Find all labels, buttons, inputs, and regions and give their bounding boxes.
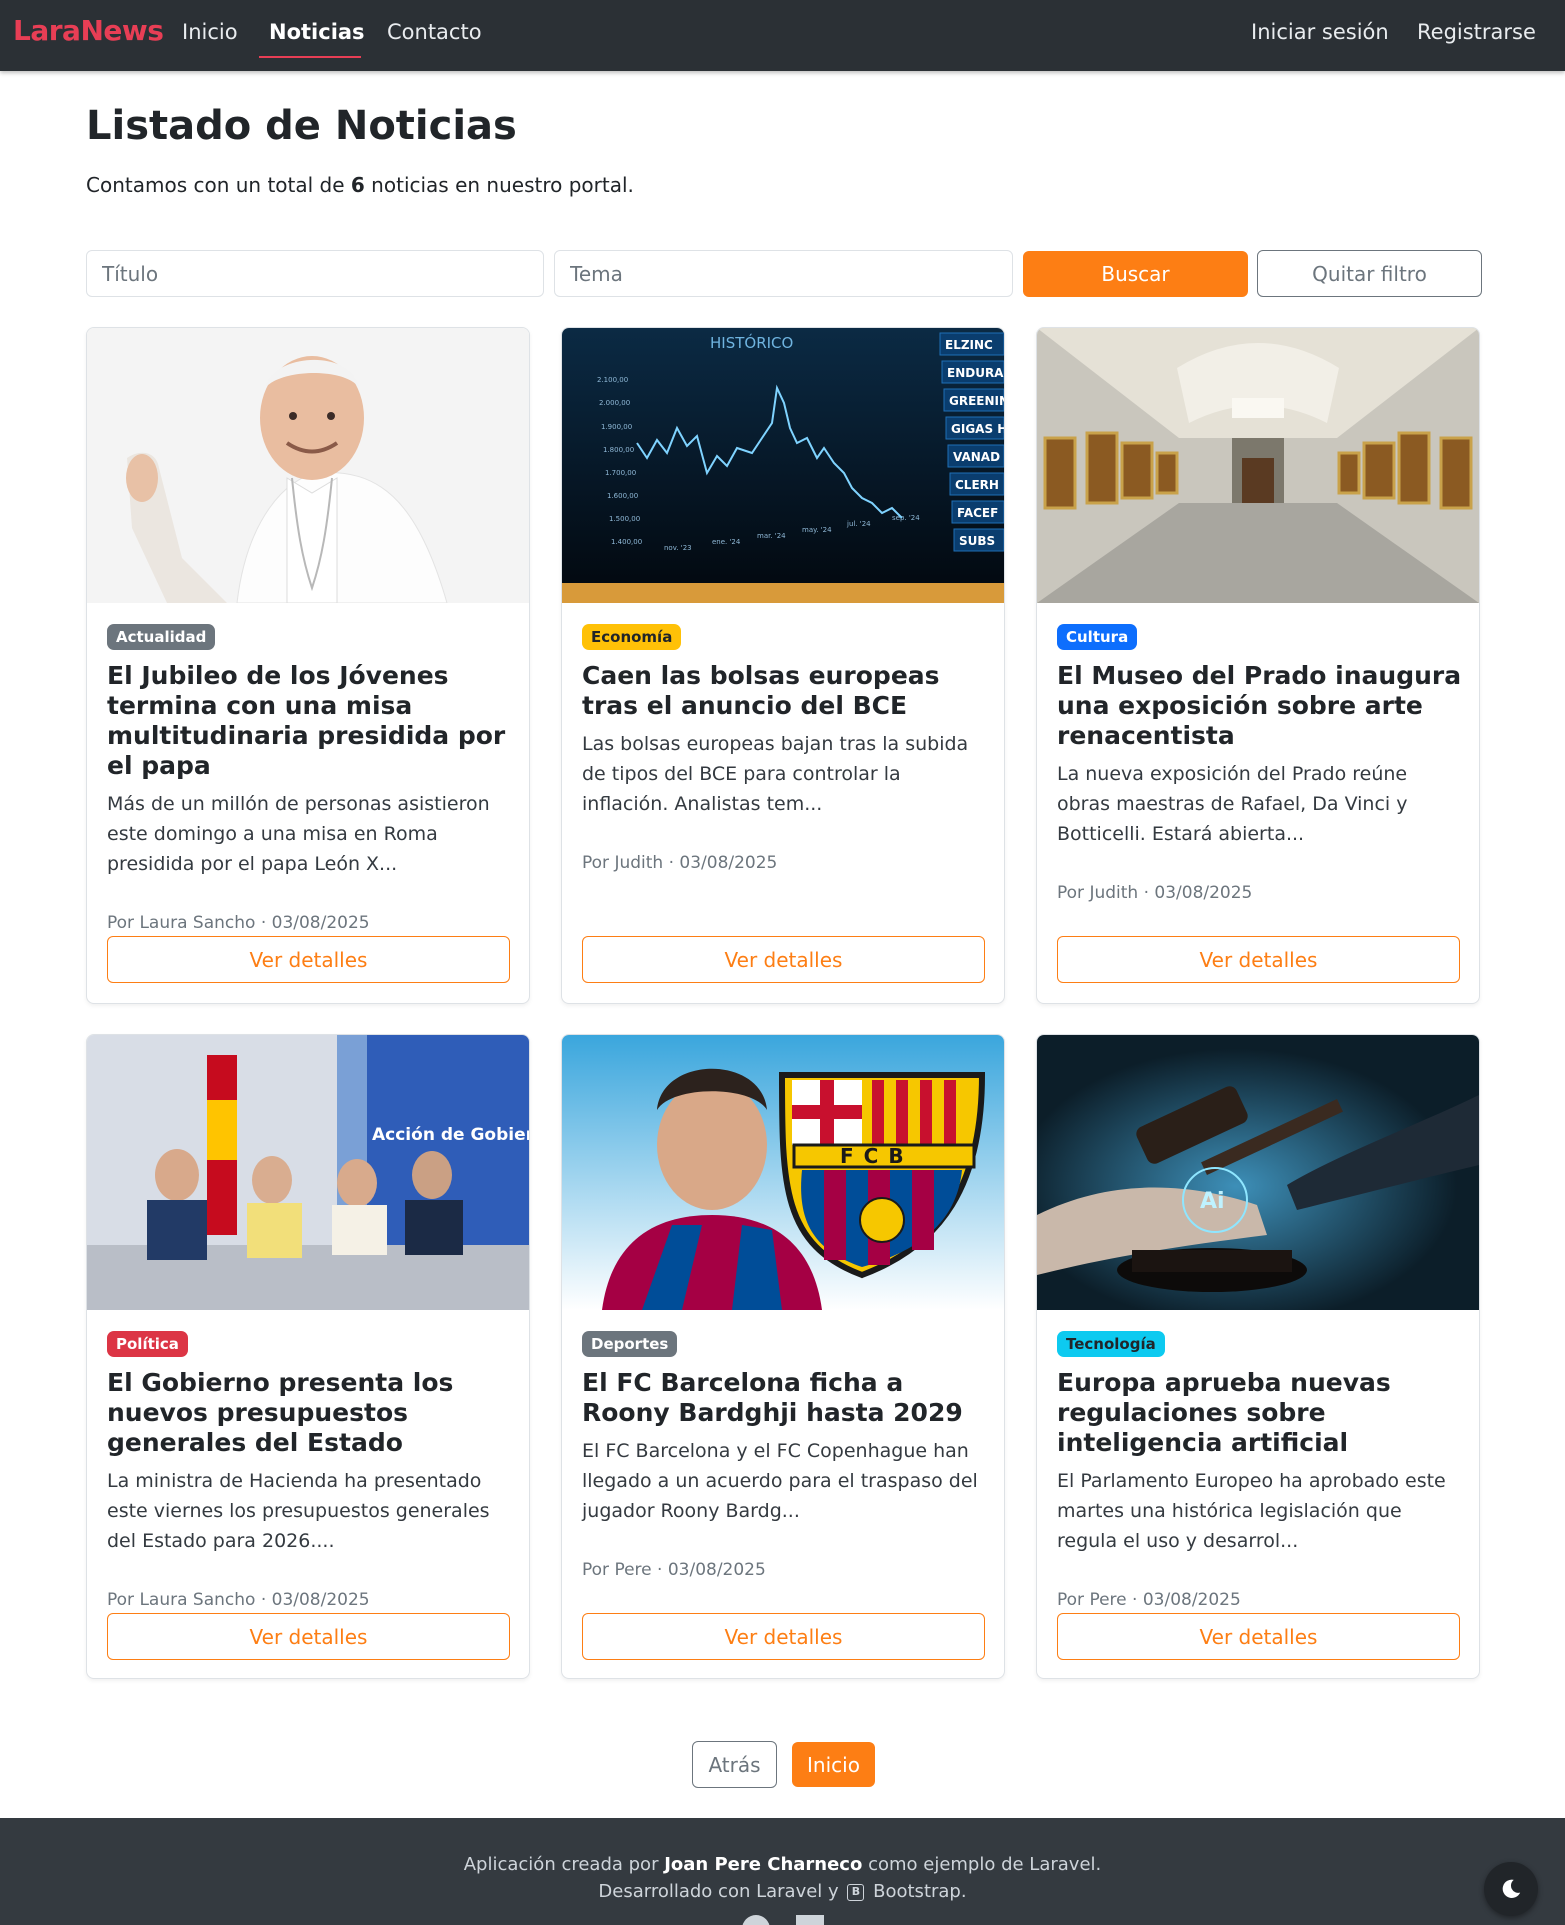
card-summary: Las bolsas europeas bajan tras la subida… (582, 733, 969, 815)
view-details-button[interactable]: Ver detalles (107, 936, 510, 983)
view-details-button[interactable]: Ver detalles (107, 1613, 510, 1660)
category-badge: Cultura (1057, 624, 1138, 650)
login-link[interactable]: Iniciar sesión (1251, 20, 1389, 44)
svg-text:1.900,00: 1.900,00 (601, 423, 632, 431)
card-title: Caen las bolsas europeas tras el anuncio… (582, 661, 940, 720)
svg-text:GIGAS H: GIGAS H (951, 422, 1004, 436)
footer-credits: Aplicación creada por Joan Pere Charneco… (463, 1854, 1102, 1875)
museum-gallery-photo[interactable] (1037, 328, 1479, 603)
moon-icon[interactable] (1484, 1862, 1538, 1916)
crest-text: FCB (840, 1144, 914, 1168)
search-button[interactable]: Buscar (1023, 251, 1248, 297)
card-title: El FC Barcelona ficha a Roony Bardghji h… (582, 1368, 963, 1427)
page-title: Listado de Noticias (86, 103, 517, 149)
card-title: El Museo del Prado inaugura una exposici… (1057, 661, 1462, 750)
svg-text:mar. '24: mar. '24 (757, 532, 786, 540)
register-link[interactable]: Registrarse (1417, 20, 1536, 44)
brand-logo[interactable]: LaraNews (13, 14, 164, 47)
category-badge: Política (107, 1331, 188, 1357)
ai-gavel-photo[interactable]: Ai (1037, 1035, 1479, 1310)
view-details-button[interactable]: Ver detalles (1057, 1613, 1460, 1660)
svg-text:FACEF: FACEF (957, 506, 998, 520)
sign-text: Acción de Gobierno (372, 1125, 529, 1145)
svg-text:SUBS: SUBS (959, 534, 995, 548)
linkedin-icon[interactable] (796, 1915, 824, 1925)
view-details-button[interactable]: Ver detalles (1057, 936, 1460, 983)
card-title: El Gobierno presenta los nuevos presupue… (107, 1368, 454, 1457)
card-author-date: Por Judith · 03/08/2025 (582, 853, 778, 873)
category-badge: Tecnología (1057, 1331, 1165, 1357)
svg-text:jul. '24: jul. '24 (846, 520, 871, 528)
svg-text:1.400,00: 1.400,00 (611, 538, 642, 546)
nav-link-inicio[interactable]: Inicio (182, 20, 238, 44)
view-details-button[interactable]: Ver detalles (582, 1613, 985, 1660)
topic-filter-input[interactable] (554, 250, 1013, 297)
card-title: Europa aprueba nuevas regulaciones sobre… (1057, 1368, 1391, 1457)
svg-text:1.500,00: 1.500,00 (609, 515, 640, 523)
news-card: FCB Deportes El FC Barcelona ficha a Roo… (561, 1034, 1005, 1679)
pope-photo[interactable] (87, 328, 529, 603)
government-press-photo[interactable]: Acción de Gobierno (87, 1035, 529, 1310)
card-summary: La ministra de Hacienda ha presentado es… (107, 1470, 490, 1552)
svg-text:1.700,00: 1.700,00 (605, 469, 636, 477)
svg-text:VANAD: VANAD (953, 450, 1000, 464)
clear-filter-button[interactable]: Quitar filtro (1257, 250, 1482, 297)
view-details-button[interactable]: Ver detalles (582, 936, 985, 983)
stock-chart-photo[interactable]: HISTÓRICO 2.100,00 2.000,00 1.900,00 1.8… (562, 328, 1004, 603)
footer-tech: Desarrollado con Laravel y B Bootstrap. (598, 1881, 967, 1902)
nav-link-contacto[interactable]: Contacto (387, 20, 482, 44)
news-card: Acción de Gobierno Política El Gobierno … (86, 1034, 530, 1679)
card-summary: El FC Barcelona y el FC Copenhague han l… (582, 1440, 978, 1522)
news-count-text: Contamos con un total de 6 noticias en n… (86, 173, 634, 197)
card-summary: La nueva exposición del Prado reúne obra… (1057, 763, 1408, 845)
svg-text:ELZINC: ELZINC (945, 338, 993, 352)
ai-chip-text: Ai (1200, 1189, 1225, 1214)
news-card: Actualidad El Jubileo de los Jóvenes ter… (86, 327, 530, 1004)
footer: Aplicación creada por Joan Pere Charneco… (0, 1818, 1565, 1925)
news-card: HISTÓRICO 2.100,00 2.000,00 1.900,00 1.8… (561, 327, 1005, 1004)
svg-text:2.000,00: 2.000,00 (599, 399, 630, 407)
svg-text:2.100,00: 2.100,00 (597, 376, 628, 384)
svg-text:ENDURAN: ENDURAN (947, 366, 1004, 380)
category-badge: Economía (582, 624, 682, 650)
football-player-photo[interactable]: FCB (562, 1035, 1004, 1310)
svg-text:sep. '24: sep. '24 (892, 514, 920, 522)
category-badge: Actualidad (107, 624, 216, 650)
navbar: LaraNews Inicio Noticias Contacto Inicia… (0, 0, 1565, 71)
nav-active-indicator (259, 56, 361, 58)
chart-heading: HISTÓRICO (710, 333, 793, 352)
svg-text:ene. '24: ene. '24 (712, 538, 741, 546)
card-summary: Más de un millón de personas asistieron … (107, 793, 490, 875)
svg-text:CLERH: CLERH (955, 478, 999, 492)
svg-text:GREENIN: GREENIN (949, 394, 1004, 408)
bootstrap-icon: B (847, 1883, 865, 1901)
news-card: Ai Tecnología Europa aprueba nuevas regu… (1036, 1034, 1480, 1679)
pagination-home-button[interactable]: Inicio (792, 1742, 875, 1787)
card-author-date: Por Judith · 03/08/2025 (1057, 883, 1253, 903)
card-author-date: Por Pere · 03/08/2025 (1057, 1590, 1241, 1610)
news-card: Cultura El Museo del Prado inaugura una … (1036, 327, 1480, 1004)
svg-text:1.600,00: 1.600,00 (607, 492, 638, 500)
category-badge: Deportes (582, 1331, 678, 1357)
svg-text:nov. '23: nov. '23 (664, 544, 692, 552)
author-name: Joan Pere Charneco (664, 1854, 863, 1875)
title-filter-input[interactable] (86, 250, 544, 297)
card-summary: El Parlamento Europeo ha aprobado este m… (1057, 1470, 1446, 1552)
pagination-back-button[interactable]: Atrás (692, 1741, 777, 1788)
nav-link-noticias[interactable]: Noticias (269, 20, 365, 44)
svg-text:1.800,00: 1.800,00 (603, 446, 634, 454)
card-title: El Jubileo de los Jóvenes termina con un… (107, 661, 506, 780)
card-author-date: Por Laura Sancho · 03/08/2025 (107, 913, 370, 933)
card-author-date: Por Laura Sancho · 03/08/2025 (107, 1590, 370, 1610)
svg-text:may. '24: may. '24 (802, 526, 832, 534)
news-count: 6 (350, 173, 365, 197)
card-author-date: Por Pere · 03/08/2025 (582, 1560, 766, 1580)
